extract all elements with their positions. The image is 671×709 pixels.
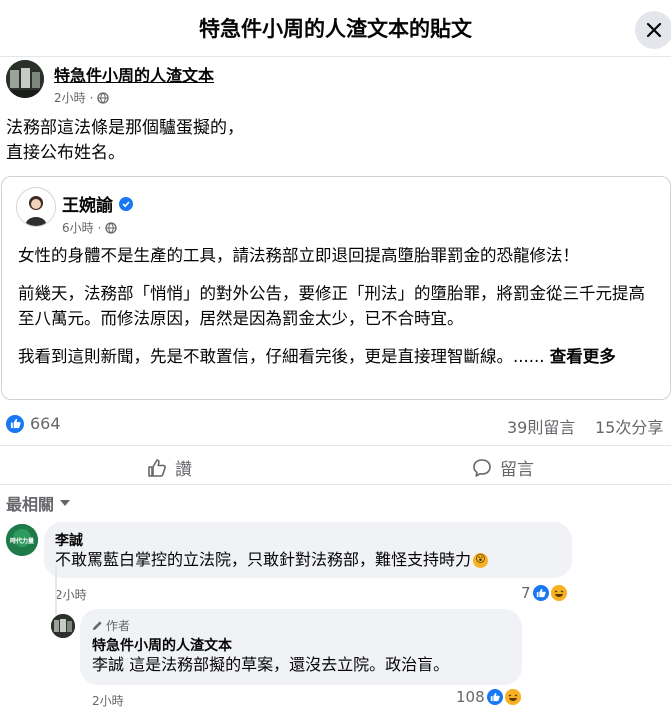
post-text-line: 直接公布姓名。 (6, 143, 125, 163)
meta-separator: · (97, 220, 102, 235)
comment-sort-dropdown[interactable]: 最相關 (6, 491, 71, 515)
shared-avatar-image (17, 188, 55, 226)
like-button-label: 讚 (175, 460, 192, 480)
reply-time[interactable]: 2小時 (92, 692, 124, 709)
globe-icon (105, 221, 118, 234)
comment-text: 不敢罵藍白掌控的立法院，只敢針對法務部，難怪支持時力 😮 (55, 549, 489, 571)
reaction-summary[interactable]: 664 (6, 414, 61, 433)
reply-bubble: 作者 特急件小周的人渣文本 李誠 這是法務部擬的草案，還沒去立院。政治盲。 (80, 609, 522, 685)
reply-thread-line (55, 565, 57, 615)
shared-paragraph-text: 我看到這則新聞，先是不敢置信，仔細看完後，更是直接理智斷線。...... (18, 347, 545, 366)
globe-icon (97, 91, 110, 104)
shared-author: 王婉諭 (62, 191, 133, 216)
reply-author-avatar[interactable] (51, 614, 75, 638)
reply-avatar-image (51, 614, 75, 638)
shared-paragraph: 前幾天，法務部「悄悄」的對外公告，要修正「刑法」的墮胎罪，將罰金從三千元提高至八… (18, 284, 645, 328)
close-icon (646, 22, 662, 38)
haha-reaction-icon (504, 689, 521, 705)
shared-author-avatar[interactable] (16, 187, 56, 227)
comment-text-body: 不敢罵藍白掌控的立法院，只敢針對法務部，難怪支持時力 (55, 550, 472, 569)
comment-reactions[interactable]: 7 (521, 584, 567, 602)
divider (0, 484, 671, 485)
post-text-line: 法務部這法條是那個驢蛋擬的， (6, 118, 244, 138)
post-stats: 664 39則留言 15次分享 (0, 412, 671, 438)
thumbs-up-icon (148, 458, 166, 477)
post-text: 法務部這法條是那個驢蛋擬的， 直接公布姓名。 (6, 116, 244, 166)
meta-separator: · (89, 90, 94, 105)
verified-badge-icon (119, 196, 133, 211)
like-reaction-icon (6, 414, 24, 433)
dialog-title: 特急件小周的人渣文本的貼文 (199, 17, 472, 41)
caret-down-icon (60, 500, 71, 506)
haha-reaction-icon (550, 585, 567, 601)
commenter-avatar[interactable]: 時代力量 (6, 524, 38, 556)
reply-text: 李誠 這是法務部擬的草案，還沒去立院。政治盲。 (92, 655, 450, 674)
post-author-link[interactable]: 特急件小周的人渣文本 (54, 62, 214, 86)
comment-time[interactable]: 2小時 (55, 586, 87, 603)
reply-reactions[interactable]: 108 (456, 688, 521, 706)
see-more-link[interactable]: 查看更多 (550, 347, 616, 366)
reply-reaction-count: 108 (456, 688, 485, 706)
close-button[interactable] (635, 11, 671, 49)
post-meta: 2小時 · (54, 89, 110, 106)
dialog-header: 特急件小周的人渣文本的貼文 (0, 0, 671, 57)
shared-meta: 6小時 · (62, 219, 118, 236)
shared-author-name[interactable]: 王婉諭 (62, 191, 113, 216)
author-badge-label: 作者 (106, 619, 131, 633)
comment-reaction-count: 7 (521, 584, 531, 602)
like-reaction-icon (486, 689, 503, 705)
like-reaction-icon (532, 585, 549, 601)
comment-count[interactable]: 39則留言 (507, 414, 575, 438)
inline-emoji: 😮 (475, 554, 486, 565)
page-avatar-image (6, 60, 44, 98)
shared-post-body: 女性的身體不是生產的工具，請法務部立即退回提高墮胎罪罰金的恐龍修法！ 前幾天，法… (18, 243, 658, 382)
comment-bubble: 李誠 不敢罵藍白掌控的立法院，只敢針對法務部，難怪支持時力 😮 (44, 522, 572, 578)
avatar-caption: 時代力量 (9, 538, 34, 545)
page-avatar[interactable] (6, 60, 44, 98)
author-badge: 作者 (92, 617, 130, 634)
comment-button[interactable]: 留言 (472, 455, 534, 480)
like-count: 664 (30, 414, 61, 433)
divider (0, 445, 671, 446)
comment-author[interactable]: 李誠 (55, 530, 83, 550)
shared-paragraph: 女性的身體不是生產的工具，請法務部立即退回提高墮胎罪罰金的恐龍修法！ (18, 246, 579, 265)
comment-button-label: 留言 (500, 460, 534, 480)
emoji-icon: 😮 (473, 552, 489, 568)
post-time[interactable]: 2小時 (54, 89, 86, 106)
share-count[interactable]: 15次分享 (595, 414, 663, 438)
sort-label: 最相關 (6, 495, 55, 514)
shared-paragraph: 我看到這則新聞，先是不敢置信，仔細看完後，更是直接理智斷線。...... 查看更… (18, 344, 658, 369)
like-button[interactable]: 讚 (147, 455, 192, 480)
pencil-icon (92, 621, 102, 631)
shared-time[interactable]: 6小時 (62, 219, 94, 236)
comment-icon (473, 458, 491, 477)
reply-author[interactable]: 特急件小周的人渣文本 (92, 635, 232, 655)
